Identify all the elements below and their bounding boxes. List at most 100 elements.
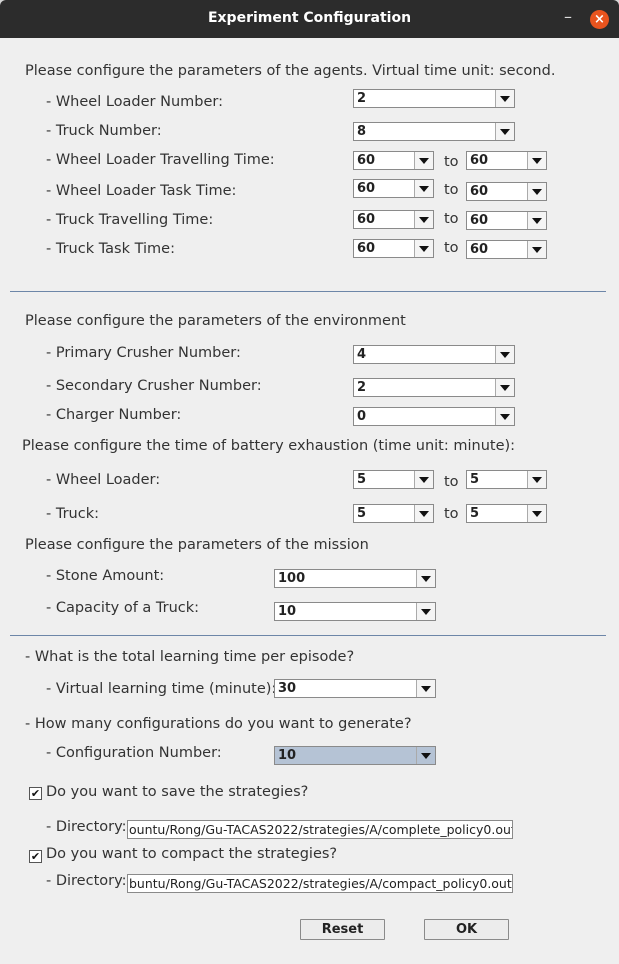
battery-truck-from-combo[interactable]: 5	[353, 504, 434, 523]
chevron-down-icon[interactable]	[495, 408, 514, 425]
agents-heading: Please configure the parameters of the a…	[25, 63, 556, 79]
chevron-down-icon[interactable]	[416, 570, 435, 587]
mission-heading: Please configure the parameters of the m…	[25, 537, 369, 553]
wl-task-time-label: - Wheel Loader Task Time:	[46, 183, 237, 199]
wheel-loader-number-combo[interactable]: 2	[353, 89, 515, 108]
charger-combo[interactable]: 0	[353, 407, 515, 426]
truck-travel-time-from-value: 60	[357, 212, 376, 227]
battery-wl-from-value: 5	[357, 472, 367, 487]
chevron-down-icon[interactable]	[527, 505, 546, 522]
to-label: to	[444, 506, 459, 522]
battery-wheel-loader-label: - Wheel Loader:	[46, 472, 161, 488]
chevron-down-icon[interactable]	[416, 747, 435, 764]
compact-directory-label: - Directory:	[46, 873, 127, 889]
truck-task-time-label: - Truck Task Time:	[46, 241, 175, 257]
wl-task-time-from-value: 60	[357, 181, 376, 196]
chevron-down-icon[interactable]	[527, 183, 546, 200]
chevron-down-icon[interactable]	[414, 180, 433, 197]
section-divider	[10, 291, 606, 292]
charger-value: 0	[357, 409, 367, 424]
save-strategies-checkbox[interactable]: ✔	[29, 787, 42, 800]
chevron-down-icon[interactable]	[414, 152, 433, 169]
ok-button[interactable]: OK	[424, 919, 509, 940]
to-label: to	[444, 182, 459, 198]
virtual-learning-time-combo[interactable]: 30	[274, 679, 436, 698]
wl-travel-time-to-combo[interactable]: 60	[466, 151, 547, 170]
truck-task-time-to-combo[interactable]: 60	[466, 240, 547, 259]
battery-truck-label: - Truck:	[46, 506, 99, 522]
chevron-down-icon[interactable]	[527, 212, 546, 229]
wl-task-time-from-combo[interactable]: 60	[353, 179, 434, 198]
chevron-down-icon[interactable]	[416, 603, 435, 620]
battery-heading: Please configure the time of battery exh…	[22, 438, 516, 454]
truck-task-time-to-value: 60	[470, 242, 489, 257]
truck-capacity-combo[interactable]: 10	[274, 602, 436, 621]
battery-truck-to-combo[interactable]: 5	[466, 504, 547, 523]
primary-crusher-value: 4	[357, 347, 367, 362]
compact-strategies-checkbox[interactable]: ✔	[29, 850, 42, 863]
truck-capacity-label: - Capacity of a Truck:	[46, 600, 200, 616]
primary-crusher-label: - Primary Crusher Number:	[46, 345, 241, 361]
title-bar: Experiment Configuration – ×	[0, 0, 619, 38]
configuration-number-combo[interactable]: 10	[274, 746, 436, 765]
truck-number-combo[interactable]: 8	[353, 122, 515, 141]
chevron-down-icon[interactable]	[495, 379, 514, 396]
wl-travel-time-from-value: 60	[357, 153, 376, 168]
compact-strategies-label: Do you want to compact the strategies?	[46, 846, 338, 862]
chevron-down-icon[interactable]	[527, 152, 546, 169]
truck-task-time-from-combo[interactable]: 60	[353, 239, 434, 258]
secondary-crusher-combo[interactable]: 2	[353, 378, 515, 397]
virtual-learning-time-value: 30	[278, 681, 297, 696]
chevron-down-icon[interactable]	[414, 505, 433, 522]
stone-amount-combo[interactable]: 100	[274, 569, 436, 588]
truck-number-label: - Truck Number:	[46, 123, 162, 139]
close-icon[interactable]: ×	[590, 10, 609, 29]
virtual-learning-time-label: - Virtual learning time (minute):	[46, 681, 277, 697]
primary-crusher-combo[interactable]: 4	[353, 345, 515, 364]
chevron-down-icon[interactable]	[495, 346, 514, 363]
learning-question: - What is the total learning time per ep…	[25, 649, 355, 665]
to-label: to	[444, 154, 459, 170]
battery-wl-from-combo[interactable]: 5	[353, 470, 434, 489]
chevron-down-icon[interactable]	[414, 471, 433, 488]
wl-travel-time-from-combo[interactable]: 60	[353, 151, 434, 170]
secondary-crusher-label: - Secondary Crusher Number:	[46, 378, 262, 394]
to-label: to	[444, 211, 459, 227]
reset-button[interactable]: Reset	[300, 919, 385, 940]
chevron-down-icon[interactable]	[414, 211, 433, 228]
chevron-down-icon[interactable]	[414, 240, 433, 257]
battery-wl-to-value: 5	[470, 472, 480, 487]
truck-travel-time-label: - Truck Travelling Time:	[46, 212, 214, 228]
chevron-down-icon[interactable]	[495, 90, 514, 107]
charger-label: - Charger Number:	[46, 407, 182, 423]
stone-amount-value: 100	[278, 571, 306, 586]
wl-task-time-to-value: 60	[470, 184, 489, 199]
configuration-number-value: 10	[278, 748, 297, 763]
save-directory-input[interactable]: ountu/Rong/Gu-TACAS2022/strategies/A/com…	[127, 820, 513, 839]
battery-wl-to-combo[interactable]: 5	[466, 470, 547, 489]
truck-travel-time-from-combo[interactable]: 60	[353, 210, 434, 229]
compact-directory-input[interactable]: buntu/Rong/Gu-TACAS2022/strategies/A/com…	[127, 874, 513, 893]
stone-amount-label: - Stone Amount:	[46, 568, 165, 584]
truck-number-value: 8	[357, 124, 367, 139]
wheel-loader-number-label: - Wheel Loader Number:	[46, 94, 224, 110]
experiment-config-window: Experiment Configuration – × Please conf…	[0, 0, 619, 964]
battery-truck-to-value: 5	[470, 506, 480, 521]
to-label: to	[444, 240, 459, 256]
chevron-down-icon[interactable]	[416, 680, 435, 697]
configuration-number-label: - Configuration Number:	[46, 745, 222, 761]
truck-travel-time-to-combo[interactable]: 60	[466, 211, 547, 230]
truck-task-time-from-value: 60	[357, 241, 376, 256]
wl-travel-time-label: - Wheel Loader Travelling Time:	[46, 152, 275, 168]
chevron-down-icon[interactable]	[495, 123, 514, 140]
chevron-down-icon[interactable]	[527, 471, 546, 488]
secondary-crusher-value: 2	[357, 380, 367, 395]
save-strategies-label: Do you want to save the strategies?	[46, 784, 309, 800]
wl-travel-time-to-value: 60	[470, 153, 489, 168]
truck-capacity-value: 10	[278, 604, 297, 619]
minimize-icon[interactable]: –	[560, 9, 576, 26]
wl-task-time-to-combo[interactable]: 60	[466, 182, 547, 201]
environment-heading: Please configure the parameters of the e…	[25, 313, 406, 329]
save-directory-label: - Directory:	[46, 819, 127, 835]
chevron-down-icon[interactable]	[527, 241, 546, 258]
